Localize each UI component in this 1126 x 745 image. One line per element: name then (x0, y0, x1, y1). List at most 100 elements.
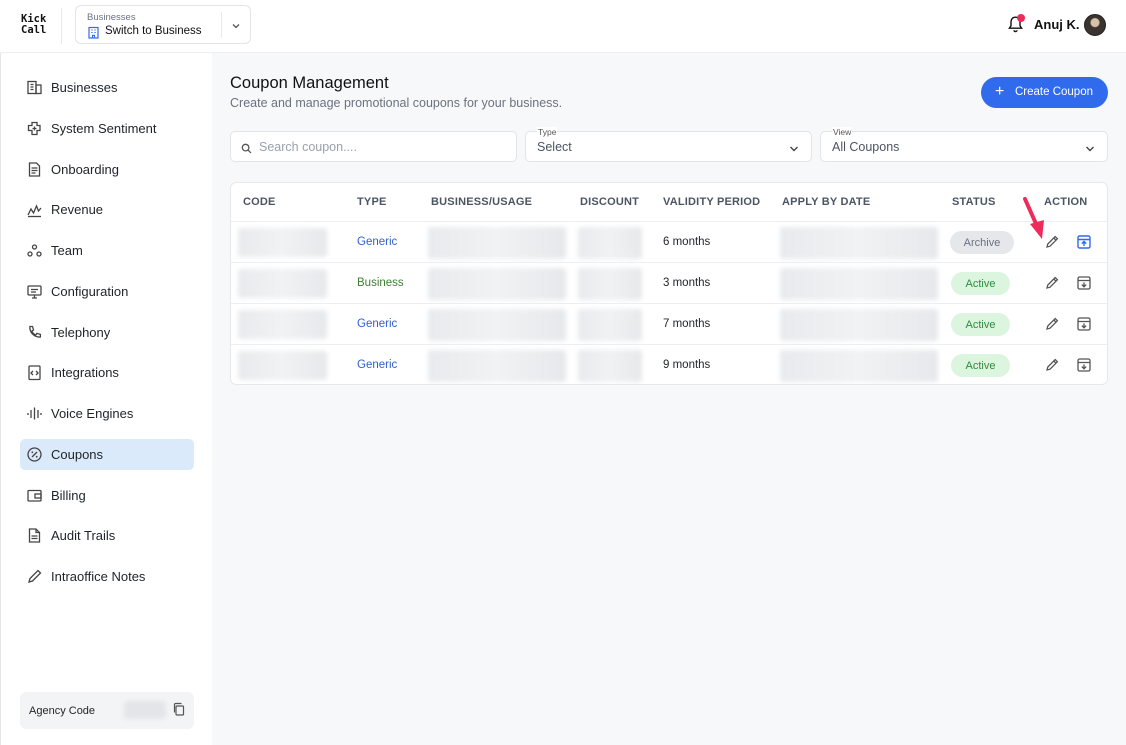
column-header: DISCOUNT (580, 196, 640, 208)
sidebar-item-label: System Sentiment (51, 120, 157, 136)
unarchive-icon[interactable] (1076, 234, 1092, 250)
coupon-type: Generic (357, 236, 398, 248)
sidebar-item-label: Revenue (51, 202, 104, 218)
logo-line-2: Call (21, 24, 47, 36)
table-row: Generic 7 months Active (231, 303, 1107, 344)
waveform-icon (27, 407, 42, 420)
coupon-code-redacted (238, 228, 327, 257)
discount-redacted (578, 309, 642, 341)
sidebar-item-label: Team (51, 243, 83, 258)
edit-icon[interactable] (1044, 357, 1060, 373)
sidebar-item-team[interactable]: Team (20, 235, 194, 266)
sidebar-item-label: Audit Trails (51, 528, 116, 544)
apply-by-date-redacted (780, 268, 938, 300)
code-icon (28, 365, 41, 381)
coupon-code-redacted (238, 269, 327, 298)
column-header: TYPE (357, 196, 387, 208)
table-row: Business 3 months Active (231, 262, 1107, 303)
apply-by-date-redacted (780, 309, 938, 341)
business-usage-redacted (428, 268, 566, 300)
validity-period: 7 months (663, 318, 711, 330)
sidebar-item-billing[interactable]: Billing (20, 480, 194, 511)
chevron-down-icon[interactable] (230, 19, 242, 37)
sidebar-item-telephony[interactable]: Telephony (20, 317, 194, 348)
archive-icon[interactable] (1076, 275, 1092, 291)
sidebar-item-label: Billing (51, 487, 86, 503)
search-icon (241, 141, 252, 159)
type-filter-dropdown[interactable]: Type Select (525, 127, 812, 162)
view-filter-value: All Coupons (832, 140, 900, 154)
sidebar-item-integrations[interactable]: Integrations (20, 357, 194, 388)
chevron-down-icon (1084, 142, 1096, 160)
sidebar-item-system-sentiment[interactable]: System Sentiment (20, 113, 194, 144)
business-usage-redacted (428, 227, 566, 259)
sidebar-item-label: Integrations (51, 365, 119, 381)
type-filter-label: Type (537, 127, 558, 137)
notification-badge (1017, 14, 1025, 22)
apply-by-date-redacted (780, 350, 938, 382)
coupon-icon (27, 447, 42, 462)
coupon-code-redacted (238, 310, 327, 339)
validity-period: 6 months (663, 236, 711, 248)
building-icon (87, 26, 100, 44)
discount-redacted (578, 227, 642, 259)
sidebar-item-label: Coupons (51, 446, 104, 462)
column-header: BUSINESS/USAGE (431, 196, 533, 208)
trend-icon (27, 204, 42, 218)
user-name[interactable]: Anuj K. (1034, 17, 1080, 32)
edit-icon[interactable] (1044, 275, 1060, 291)
business-switcher-label: Businesses (87, 12, 136, 23)
discount-redacted (578, 350, 642, 382)
table-row: Generic 9 months Active (231, 344, 1107, 384)
business-switcher[interactable]: Businesses Switch to Business (75, 5, 251, 44)
page-subtitle: Create and manage promotional coupons fo… (230, 96, 563, 110)
document-icon (28, 161, 41, 177)
status-badge: Active (951, 272, 1010, 295)
sidebar-item-audit-trails[interactable]: Audit Trails (20, 520, 194, 551)
apply-by-date-redacted (780, 227, 938, 259)
type-filter-value: Select (537, 140, 572, 154)
pencil-icon (28, 569, 42, 583)
sidebar-item-label: Onboarding (51, 161, 119, 177)
view-filter-dropdown[interactable]: View All Coupons (820, 127, 1108, 162)
table-row: Generic 6 months Archive (231, 221, 1107, 262)
validity-period: 3 months (663, 277, 711, 289)
wallet-icon (27, 489, 42, 502)
coupon-code-redacted (238, 351, 327, 380)
column-header: ACTION (1044, 196, 1088, 208)
top-bar: Kick Call Businesses Switch to Business … (0, 0, 1126, 53)
coupon-type: Generic (357, 318, 398, 330)
copy-icon[interactable] (172, 702, 186, 722)
status-badge: Active (951, 354, 1010, 377)
edit-icon[interactable] (1044, 234, 1060, 250)
plus-icon: + (995, 83, 1005, 100)
status-badge: Archive (950, 231, 1014, 254)
sidebar-item-voice-engines[interactable]: Voice Engines (20, 398, 194, 429)
create-coupon-button[interactable]: + Create Coupon (981, 77, 1108, 108)
column-header: CODE (243, 196, 276, 208)
main-content: Coupon Management Create and manage prom… (212, 53, 1126, 745)
sidebar-item-onboarding[interactable]: Onboarding (20, 154, 194, 185)
team-icon (27, 244, 42, 257)
create-coupon-label: Create Coupon (1015, 86, 1093, 98)
edit-icon[interactable] (1044, 316, 1060, 332)
page-title: Coupon Management (230, 74, 389, 92)
sidebar-item-revenue[interactable]: Revenue (20, 194, 194, 225)
archive-icon[interactable] (1076, 316, 1092, 332)
sidebar-item-businesses[interactable]: Businesses (20, 72, 194, 103)
file-icon (28, 528, 41, 543)
avatar[interactable] (1084, 14, 1106, 36)
sidebar-item-intraoffice-notes[interactable]: Intraoffice Notes (20, 561, 194, 592)
column-header: VALIDITY PERIOD (663, 196, 761, 208)
business-usage-redacted (428, 350, 566, 382)
business-switcher-separator (221, 12, 222, 38)
search-input[interactable] (259, 138, 509, 156)
building-icon (27, 80, 42, 95)
sidebar-item-configuration[interactable]: Configuration (20, 276, 194, 307)
archive-icon[interactable] (1076, 357, 1092, 373)
coupon-table: CODE TYPE BUSINESS/USAGE DISCOUNT VALIDITY P… (230, 182, 1108, 385)
agency-code-value-redacted (124, 701, 166, 719)
app-logo[interactable]: Kick Call (21, 14, 46, 36)
discount-redacted (578, 268, 642, 300)
sidebar-item-coupons[interactable]: Coupons (20, 438, 194, 470)
